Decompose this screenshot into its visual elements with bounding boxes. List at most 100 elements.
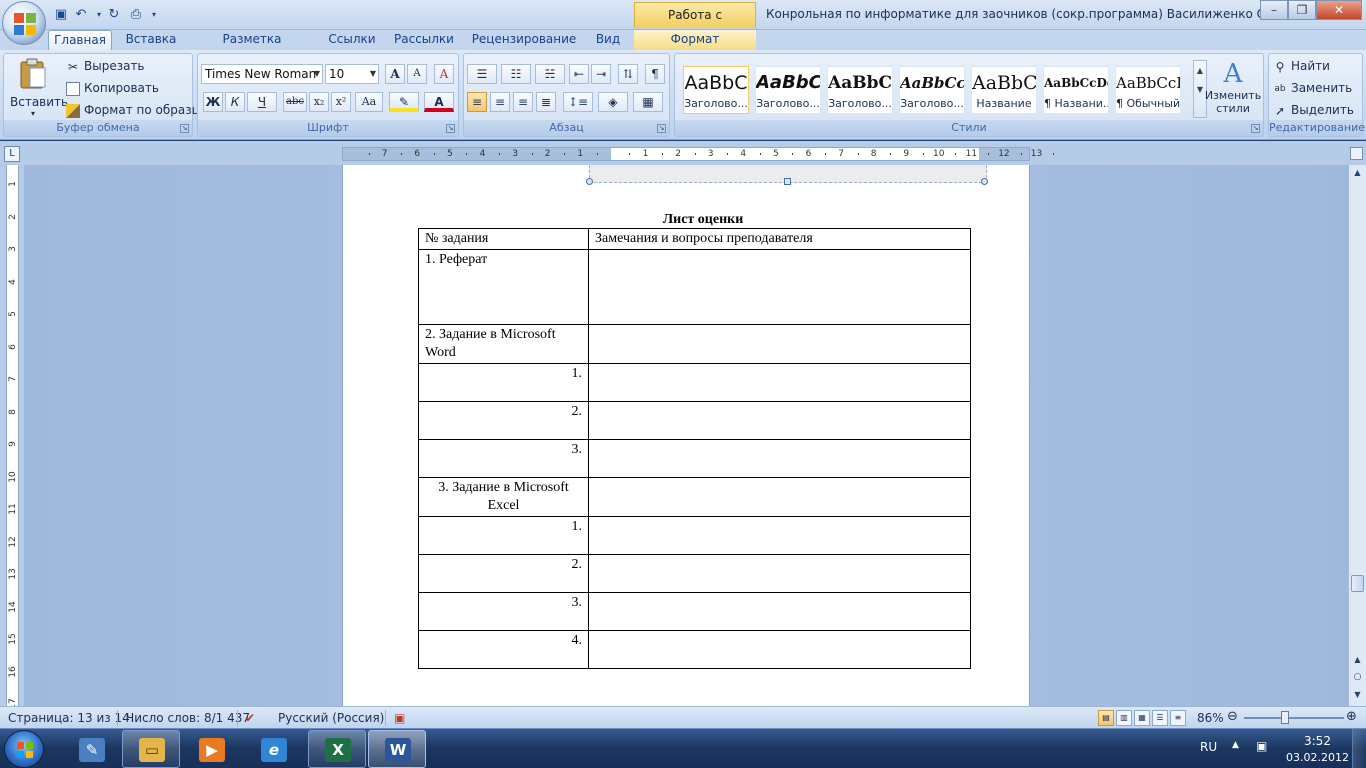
taskbar-explorer[interactable]: ▭: [122, 730, 180, 768]
styles-launcher-icon[interactable]: ↘: [1251, 124, 1260, 133]
font-launcher-icon[interactable]: ↘: [446, 124, 455, 133]
multilevel-list-button[interactable]: ☵: [535, 64, 565, 84]
close-button[interactable]: ✕: [1316, 0, 1362, 20]
header-comments[interactable]: Замечания и вопросы преподавателя: [588, 228, 971, 250]
comment-cell[interactable]: [588, 401, 971, 440]
redo-icon[interactable]: ↻: [105, 6, 123, 24]
zoom-level[interactable]: 86%: [1197, 711, 1224, 725]
clear-format-button[interactable]: A: [434, 64, 454, 84]
increase-indent-button[interactable]: ⇥: [591, 64, 611, 84]
comment-cell[interactable]: [588, 363, 971, 402]
zoom-in-icon[interactable]: ⊕: [1346, 709, 1357, 724]
underline-button[interactable]: Ч: [247, 92, 277, 112]
header-task[interactable]: № задания: [418, 228, 589, 250]
maximize-button[interactable]: ❐: [1288, 0, 1316, 20]
tab-mailings[interactable]: Рассылки: [393, 30, 455, 50]
language-indicator[interactable]: RU: [1200, 740, 1217, 754]
print-layout-view-icon[interactable]: ▤: [1098, 710, 1114, 726]
clock-time[interactable]: 3:52: [1304, 734, 1331, 748]
comment-cell[interactable]: [588, 249, 971, 325]
align-left-button[interactable]: ≡: [467, 92, 487, 112]
task-cell[interactable]: 4.: [418, 630, 589, 669]
decrease-indent-button[interactable]: ⇤: [569, 64, 589, 84]
clipboard-launcher-icon[interactable]: ↘: [180, 124, 189, 133]
borders-button[interactable]: ▦: [633, 92, 663, 112]
align-right-button[interactable]: ≡: [513, 92, 533, 112]
resize-handle[interactable]: [586, 178, 593, 185]
taskbar-media-player[interactable]: ▶: [182, 730, 240, 768]
zoom-out-icon[interactable]: ⊖: [1227, 709, 1238, 724]
scroll-thumb[interactable]: [1351, 575, 1364, 592]
task-cell[interactable]: 3. Задание в Microsoft Excel: [418, 477, 589, 517]
style-normal[interactable]: AaBbCcI ¶ Обычный: [1115, 66, 1181, 114]
outline-view-icon[interactable]: ☰: [1152, 710, 1168, 726]
style-heading-3[interactable]: AaBbC Заголово...: [827, 66, 893, 114]
font-family-combo[interactable]: Times New Roman ▼: [201, 64, 323, 84]
grow-font-button[interactable]: A: [385, 64, 405, 84]
tab-insert[interactable]: Вставка: [122, 30, 180, 50]
show-desktop-button[interactable]: [1352, 729, 1366, 768]
paste-button[interactable]: Вставить ▾: [10, 58, 68, 118]
tab-references[interactable]: Ссылки: [325, 30, 379, 50]
vertical-scrollbar[interactable]: ▲ ▲ ○ ▼: [1348, 165, 1366, 706]
quick-access-dropdown-icon[interactable]: ▾: [145, 6, 163, 24]
justify-button[interactable]: ≣: [536, 92, 556, 112]
superscript-button[interactable]: x²: [331, 92, 351, 112]
comment-cell[interactable]: [588, 592, 971, 631]
scroll-up-icon[interactable]: ▲: [1350, 652, 1365, 667]
full-screen-reading-icon[interactable]: ▥: [1116, 710, 1132, 726]
find-button[interactable]: ⚲ Найти: [1273, 59, 1330, 74]
comment-cell[interactable]: [588, 554, 971, 593]
tab-home[interactable]: Главная: [48, 30, 112, 50]
resize-handle[interactable]: [784, 178, 791, 185]
print-icon[interactable]: ⎙: [127, 6, 145, 24]
bullets-button[interactable]: ☰: [467, 64, 497, 84]
paragraph-launcher-icon[interactable]: ↘: [657, 124, 666, 133]
tab-format[interactable]: Формат: [634, 30, 756, 50]
sort-button[interactable]: ⇅: [618, 64, 638, 84]
horizontal-ruler[interactable]: 7 6 5 4 3 2 1 1 2 3 4 5 6 7 8 9 10 11 12 13: [342, 147, 1055, 161]
paste-dropdown-icon[interactable]: ▾: [10, 109, 56, 118]
style-subtitle[interactable]: AaBbCcDd ¶ Названи...: [1043, 66, 1109, 114]
style-title[interactable]: AaBbC Название: [971, 66, 1037, 114]
spellcheck-icon[interactable]: ✔: [245, 711, 255, 725]
task-cell[interactable]: 2.: [418, 554, 589, 593]
vertical-ruler[interactable]: 1 2 3 4 5 6 7 8 9 10 11 12 13 14 15 16 17: [0, 165, 24, 710]
zoom-slider-track[interactable]: [1244, 717, 1344, 719]
style-heading-1[interactable]: AaBbC Заголово...: [683, 66, 749, 114]
web-layout-icon[interactable]: ▦: [1134, 710, 1150, 726]
taskbar-excel[interactable]: X: [308, 730, 366, 768]
task-cell[interactable]: 1.: [418, 363, 589, 402]
task-cell[interactable]: 2.: [418, 401, 589, 440]
show-marks-button[interactable]: ¶: [645, 64, 665, 84]
view-ruler-icon[interactable]: [1350, 147, 1363, 160]
style-heading-4[interactable]: AaBbCc Заголово...: [899, 66, 965, 114]
comment-cell[interactable]: [588, 324, 971, 364]
minimize-button[interactable]: –: [1260, 0, 1288, 20]
comment-cell[interactable]: [588, 516, 971, 555]
shading-button[interactable]: ◈: [598, 92, 628, 112]
language-indicator[interactable]: Русский (Россия): [278, 711, 384, 725]
scroll-down-icon[interactable]: ▼: [1350, 687, 1365, 702]
copy-button[interactable]: Копировать: [66, 81, 159, 96]
word-count[interactable]: Число слов: 8/1 437: [126, 711, 250, 725]
align-center-button[interactable]: ≡: [490, 92, 510, 112]
document-page[interactable]: Лист оценки № задания Замечания и вопрос…: [342, 165, 1030, 706]
task-cell[interactable]: 1. Реферат: [418, 249, 589, 325]
taskbar-internet-explorer[interactable]: e: [244, 730, 302, 768]
font-size-combo[interactable]: 10 ▼: [325, 64, 379, 84]
task-cell[interactable]: 1.: [418, 516, 589, 555]
task-cell[interactable]: 3.: [418, 592, 589, 631]
numbering-button[interactable]: ☷: [501, 64, 531, 84]
document-area[interactable]: Лист оценки № задания Замечания и вопрос…: [24, 165, 1348, 706]
start-button[interactable]: [4, 730, 44, 768]
change-styles-button[interactable]: A Изменить стили: [1203, 59, 1263, 115]
network-icon[interactable]: ▣: [1256, 739, 1267, 753]
macro-record-icon[interactable]: ▣: [394, 711, 405, 725]
bold-button[interactable]: Ж: [203, 92, 223, 112]
taskbar-paint[interactable]: ✎: [62, 730, 120, 768]
font-color-button[interactable]: A: [424, 92, 454, 112]
style-heading-2[interactable]: AaBbC Заголово...: [755, 66, 821, 114]
task-cell[interactable]: 2. Задание в Microsoft Word: [418, 324, 589, 364]
taskbar-word[interactable]: W: [368, 730, 426, 768]
